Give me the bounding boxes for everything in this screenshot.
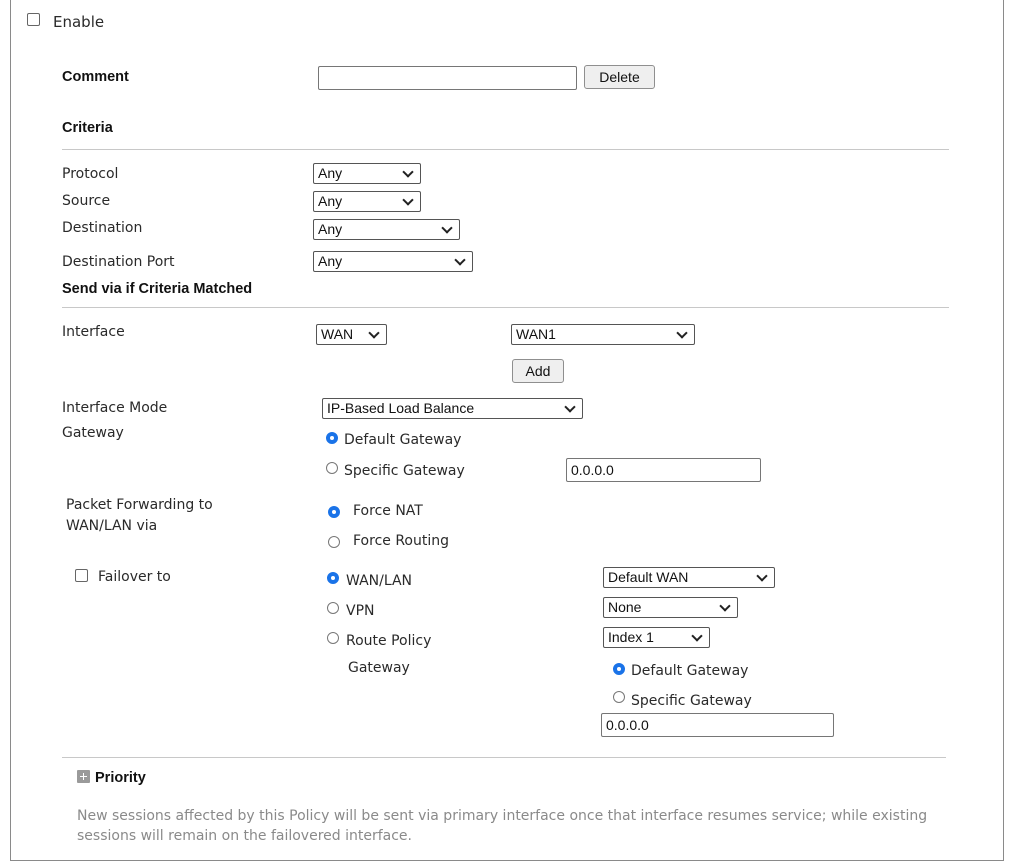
send-via-divider: [62, 307, 949, 308]
failover-vpn-radio[interactable]: [327, 602, 339, 614]
send-via-heading: Send via if Criteria Matched: [62, 281, 253, 297]
failover-route-policy-value: Index 1: [608, 629, 654, 645]
specific-gateway-input[interactable]: 0.0.0.0: [566, 458, 761, 482]
failover-default-gateway-label: Default Gateway: [631, 663, 749, 679]
failover-route-policy-label: Route Policy: [346, 633, 432, 649]
failover-wan-lan-radio[interactable]: [327, 572, 339, 584]
force-routing-label: Force Routing: [353, 533, 450, 549]
protocol-label: Protocol: [62, 166, 119, 182]
destination-select[interactable]: Any: [313, 219, 460, 240]
source-label: Source: [62, 193, 111, 209]
delete-button[interactable]: Delete: [584, 65, 655, 89]
chevron-down-icon: [402, 194, 414, 206]
failover-route-policy-select[interactable]: Index 1: [603, 627, 710, 648]
chevron-down-icon: [454, 254, 466, 266]
interface-mode-value: IP-Based Load Balance: [327, 400, 475, 416]
interface-type-value: WAN: [321, 326, 354, 342]
interface-wan-select[interactable]: WAN1: [511, 324, 695, 345]
enable-checkbox[interactable]: [27, 13, 40, 26]
add-button[interactable]: Add: [512, 359, 564, 383]
criteria-divider: [62, 149, 949, 150]
failover-vpn-select[interactable]: None: [603, 597, 738, 618]
failover-wan-lan-label: WAN/LAN: [346, 573, 413, 589]
priority-label[interactable]: Priority: [95, 770, 146, 786]
packet-forwarding-label-line1: Packet Forwarding to: [66, 497, 213, 513]
destination-port-select[interactable]: Any: [313, 251, 473, 272]
force-routing-radio[interactable]: [328, 536, 340, 548]
chevron-down-icon: [368, 327, 380, 339]
comment-input[interactable]: [318, 66, 577, 90]
default-gateway-label: Default Gateway: [344, 432, 462, 448]
specific-gateway-label: Specific Gateway: [344, 463, 465, 479]
protocol-select[interactable]: Any: [313, 163, 421, 184]
destination-port-value: Any: [318, 253, 343, 269]
interface-type-select[interactable]: WAN: [316, 324, 387, 345]
packet-forwarding-label-line2: WAN/LAN via: [66, 518, 158, 534]
source-select[interactable]: Any: [313, 191, 421, 212]
comment-label: Comment: [62, 69, 129, 85]
failover-checkbox[interactable]: [75, 569, 88, 582]
failover-gateway-label: Gateway: [348, 660, 410, 676]
priority-note: New sessions affected by this Policy wil…: [77, 808, 928, 844]
interface-wan-value: WAN1: [516, 326, 556, 342]
chevron-down-icon: [756, 570, 768, 582]
failover-wan-lan-select[interactable]: Default WAN: [603, 567, 775, 588]
policy-panel: [10, 0, 1004, 861]
default-gateway-radio[interactable]: [326, 432, 338, 444]
failover-default-gateway-radio[interactable]: [613, 663, 625, 675]
failover-specific-gateway-input[interactable]: 0.0.0.0: [601, 713, 834, 737]
chevron-down-icon: [691, 630, 703, 642]
force-nat-radio[interactable]: [328, 506, 340, 518]
interface-label: Interface: [62, 324, 125, 340]
criteria-heading: Criteria: [62, 120, 113, 136]
failover-specific-gateway-label: Specific Gateway: [631, 693, 752, 709]
interface-mode-select[interactable]: IP-Based Load Balance: [322, 398, 583, 419]
expand-plus-icon[interactable]: [77, 770, 90, 783]
specific-gateway-radio[interactable]: [326, 462, 338, 474]
destination-value: Any: [318, 221, 343, 237]
destination-port-label: Destination Port: [62, 254, 175, 270]
chevron-down-icon: [402, 166, 414, 178]
destination-label: Destination: [62, 220, 143, 236]
protocol-value: Any: [318, 165, 343, 181]
priority-divider: [62, 757, 946, 758]
failover-wan-lan-value: Default WAN: [608, 569, 689, 585]
enable-label: Enable: [53, 13, 105, 31]
failover-vpn-value: None: [608, 599, 642, 615]
chevron-down-icon: [564, 401, 576, 413]
chevron-down-icon: [676, 327, 688, 339]
chevron-down-icon: [441, 222, 453, 234]
failover-label: Failover to: [98, 569, 171, 585]
failover-specific-gateway-radio[interactable]: [613, 691, 625, 703]
force-nat-label: Force NAT: [353, 503, 423, 519]
failover-route-policy-radio[interactable]: [327, 632, 339, 644]
source-value: Any: [318, 193, 343, 209]
interface-mode-label: Interface Mode: [62, 400, 168, 416]
chevron-down-icon: [719, 600, 731, 612]
failover-vpn-label: VPN: [346, 603, 375, 619]
gateway-label: Gateway: [62, 425, 124, 441]
